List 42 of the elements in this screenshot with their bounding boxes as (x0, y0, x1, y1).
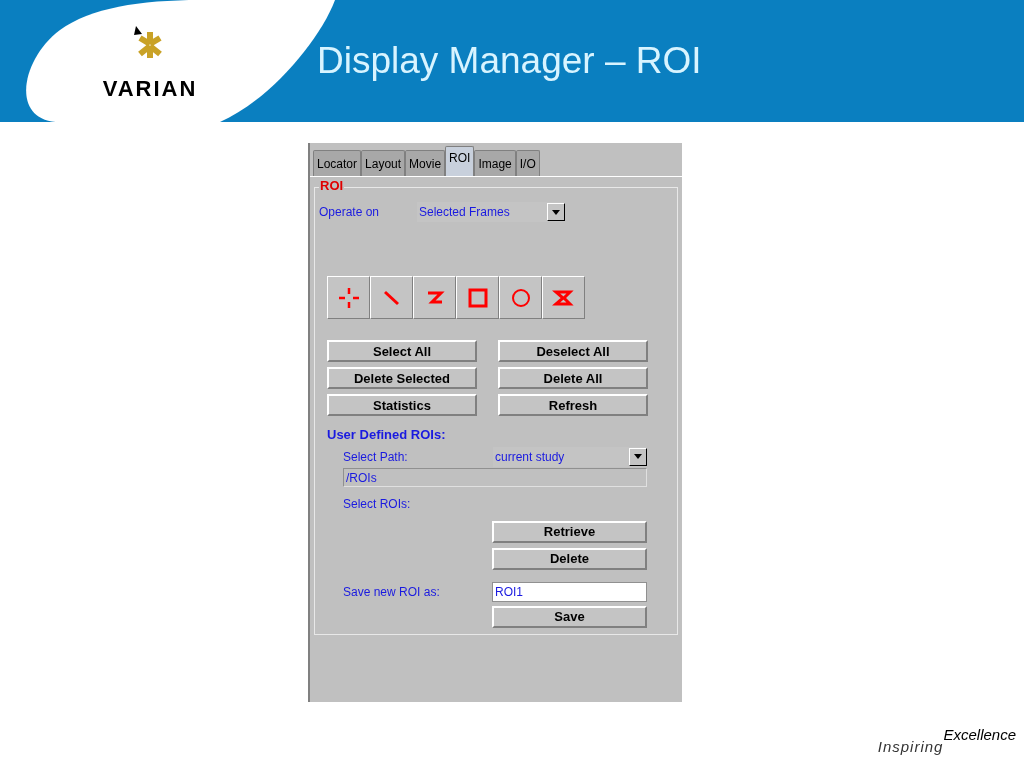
group-title: ROI (319, 179, 345, 192)
slide-title: Display Manager – ROI (317, 39, 702, 84)
action-button[interactable]: Statistics (327, 394, 477, 416)
tool-button[interactable] (542, 276, 585, 319)
tagline-first: Inspiring (877, 736, 944, 757)
action-button[interactable]: Deselect All (498, 340, 648, 362)
operate-on-dropdown[interactable]: Selected Frames (417, 202, 565, 222)
tool-button[interactable] (456, 276, 499, 319)
tab[interactable]: Movie (405, 150, 446, 176)
logo-wordmark: VARIAN (102, 74, 198, 103)
save-as-label: Save new ROI as: (343, 583, 441, 601)
operate-on-label: Operate on (319, 204, 381, 221)
action-button[interactable]: Delete All (498, 367, 648, 389)
action-button[interactable]: Select All (327, 340, 477, 362)
tab[interactable]: Image (474, 150, 516, 176)
caret-icon (552, 209, 560, 215)
path-field[interactable]: /ROIs (343, 467, 647, 487)
dropdown-value: Selected Frames (419, 204, 510, 221)
action-button[interactable]: Retrieve (492, 520, 647, 543)
tab[interactable]: ROI (445, 146, 475, 176)
dropdown-arrow-button[interactable] (629, 447, 647, 466)
action-button[interactable]: Refresh (498, 394, 648, 416)
path-dropdown[interactable]: current study (493, 446, 647, 467)
roi-name-field[interactable]: ROI1 (492, 581, 647, 602)
select-rois-label: Select ROIs: (343, 495, 412, 513)
tab[interactable]: I/O (515, 150, 540, 176)
tool-button[interactable] (499, 276, 542, 319)
tool-button[interactable] (370, 276, 413, 319)
tab[interactable]: Layout (361, 150, 406, 176)
crosshair-icon (336, 285, 361, 310)
caret-icon (634, 454, 642, 459)
dropdown-value: current study (495, 448, 565, 466)
tool-button[interactable] (413, 276, 456, 319)
action-button[interactable]: Delete (492, 547, 647, 570)
tagline-second: Excellence (943, 724, 1016, 745)
dropdown-arrow-button[interactable] (547, 203, 565, 221)
select-path-label: Select Path: (343, 448, 409, 466)
tab[interactable]: Locator (313, 150, 362, 176)
user-rois-heading: User Defined ROIs: (327, 426, 447, 444)
tool-button[interactable] (327, 276, 370, 319)
action-button[interactable]: Delete Selected (327, 367, 477, 389)
action-button[interactable]: Save (492, 605, 647, 628)
